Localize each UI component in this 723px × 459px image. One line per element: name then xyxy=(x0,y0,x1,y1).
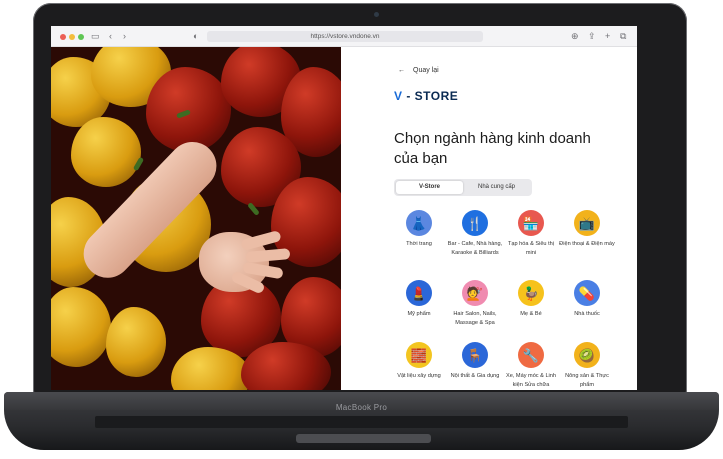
category-label: Nội thất & Gia dụng xyxy=(450,373,500,379)
category-item[interactable]: 💊 Nhà thuốc xyxy=(559,280,615,319)
category-label: Tạp hóa & Siêu thị mini xyxy=(507,241,555,256)
category-label: Xe, Máy móc & Linh kiện Sửa chữa xyxy=(505,373,557,388)
store-icon: 🏪 xyxy=(518,210,544,236)
category-label: Nhà thuốc xyxy=(574,311,600,317)
category-label: Bar - Cafe, Nhà hàng, Karaoke & Billiard… xyxy=(447,241,503,256)
device-label: MacBook Pro xyxy=(335,403,388,412)
category-label: Mẹ & Bé xyxy=(520,311,542,317)
forward-icon[interactable]: › xyxy=(123,31,126,42)
hero-photo xyxy=(51,47,341,390)
tv-icon: 📺 xyxy=(574,210,600,236)
sidebar-icon[interactable]: ▭ xyxy=(91,31,100,42)
screen: ▭ ‹ › ◐ https://vstore.vndone.vn ⊕ ⇪ + ⧉ xyxy=(51,26,637,390)
fruit-icon: 🥝 xyxy=(574,342,600,368)
category-item[interactable]: 💄 Mỹ phẩm xyxy=(391,280,447,319)
category-item[interactable]: 🪑 Nội thất & Gia dụng xyxy=(447,342,503,381)
category-item[interactable]: 📺 Điện thoại & Điện máy xyxy=(559,210,615,249)
category-item[interactable]: 👗 Thời trang xyxy=(391,210,447,249)
paint-roller-icon: 🧱 xyxy=(406,342,432,368)
page-title: Chọn ngành hàng kinh doanh của bạn xyxy=(394,130,591,167)
duck-icon: 🦆 xyxy=(518,280,544,306)
pharmacy-icon: 💊 xyxy=(574,280,600,306)
tab-supplier[interactable]: Nhà cung cấp xyxy=(463,181,530,194)
privacy-shield-icon[interactable]: ◐ xyxy=(193,31,198,42)
category-panel: ← Quay lại V - STORE Chọn ngành hàng kin… xyxy=(341,47,637,390)
vstore-logo: V - STORE xyxy=(394,89,459,103)
store-type-toggle: V-Store Nhà cung cấp xyxy=(394,179,532,196)
url-field[interactable]: https://vstore.vndone.vn xyxy=(207,31,483,42)
cutlery-icon: 🍴 xyxy=(462,210,488,236)
stage: MacBook Pro ▭ ‹ › ◐ https://vstore.vndon… xyxy=(0,0,723,459)
drill-icon: 🔧 xyxy=(518,342,544,368)
category-item[interactable]: 🥝 Nông sản & Thực phẩm xyxy=(559,342,615,389)
comb-icon: 💇 xyxy=(462,280,488,306)
arrow-left-icon: ← xyxy=(398,67,405,74)
download-icon[interactable]: ⊕ xyxy=(571,31,579,42)
new-tab-icon[interactable]: + xyxy=(605,31,610,42)
category-item[interactable]: 🦆 Mẹ & Bé xyxy=(503,280,559,319)
back-label: Quay lại xyxy=(413,67,439,74)
camera-icon xyxy=(374,12,379,17)
back-icon[interactable]: ‹ xyxy=(109,31,112,42)
close-window-button[interactable] xyxy=(60,34,66,40)
keyboard xyxy=(95,416,628,428)
share-icon[interactable]: ⇪ xyxy=(588,31,596,42)
category-label: Thời trang xyxy=(406,241,432,247)
category-label: Điện thoại & Điện máy xyxy=(559,241,615,247)
dress-icon: 👗 xyxy=(406,210,432,236)
minimize-window-button[interactable] xyxy=(69,34,75,40)
category-item[interactable]: 💇 Hair Salon, Nails, Massage & Spa xyxy=(447,280,503,327)
category-item[interactable]: 🏪 Tạp hóa & Siêu thị mini xyxy=(503,210,559,257)
category-item[interactable]: 🍴 Bar - Cafe, Nhà hàng, Karaoke & Billiar… xyxy=(447,210,503,257)
category-label: Mỹ phẩm xyxy=(407,311,431,317)
tab-vstore[interactable]: V-Store xyxy=(396,181,463,194)
category-label: Hair Salon, Nails, Massage & Spa xyxy=(453,311,497,326)
table-icon: 🪑 xyxy=(462,342,488,368)
category-label: Vật liệu xây dựng xyxy=(397,373,441,379)
tabs-overview-icon[interactable]: ⧉ xyxy=(620,31,626,42)
trackpad-notch xyxy=(296,434,431,443)
category-label: Nông sản & Thực phẩm xyxy=(565,373,609,388)
browser-toolbar: ▭ ‹ › ◐ https://vstore.vndone.vn ⊕ ⇪ + ⧉ xyxy=(51,26,637,47)
category-item[interactable]: 🧱 Vật liệu xây dựng xyxy=(391,342,447,381)
cosmetics-icon: 💄 xyxy=(406,280,432,306)
category-item[interactable]: 🔧 Xe, Máy móc & Linh kiện Sửa chữa xyxy=(503,342,559,389)
back-link[interactable]: ← Quay lại xyxy=(398,67,439,74)
zoom-window-button[interactable] xyxy=(78,34,84,40)
